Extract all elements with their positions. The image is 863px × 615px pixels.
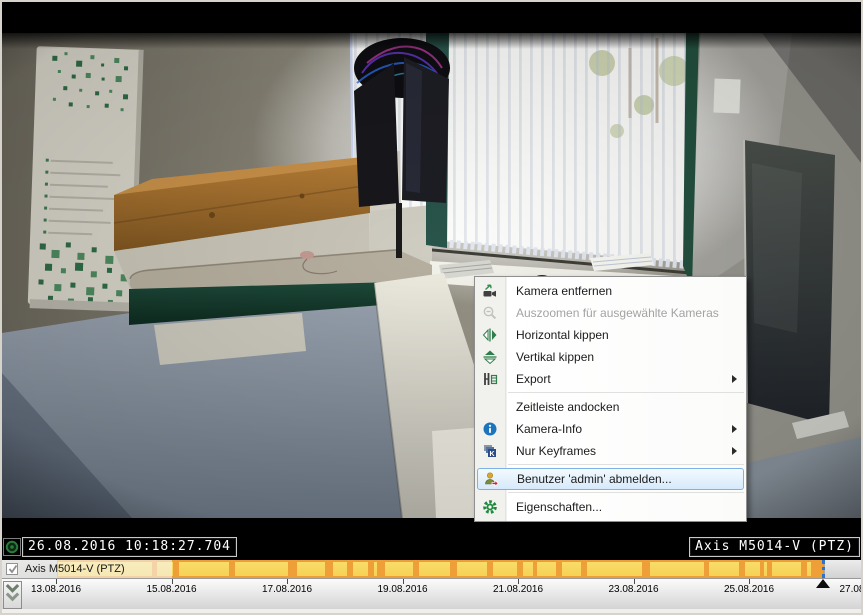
recording-gap (517, 562, 523, 576)
recording-gap (368, 562, 374, 576)
menu-item-export[interactable]: Export (475, 368, 746, 390)
timeline-collapse-button[interactable] (3, 581, 22, 609)
menu-item-label: Auszoomen für ausgewählte Kameras (516, 306, 719, 320)
empty-icon (481, 399, 499, 415)
gear-icon (481, 499, 499, 515)
menu-item-label: Benutzer 'admin' abmelden... (517, 472, 672, 486)
menu-item-label: Export (516, 372, 551, 386)
menu-item-auszoomen: Auszoomen für ausgewählte Kameras (475, 302, 746, 324)
svg-text:K: K (489, 451, 494, 458)
scale-date-label: 15.08.2016 (146, 584, 196, 595)
export-film-icon (481, 371, 499, 387)
scale-date-label: 21.08.2016 (493, 584, 543, 595)
menu-separator (508, 464, 744, 465)
menu-item-zeitleiste-andocken[interactable]: Zeitleiste andocken (475, 396, 746, 418)
recording-gap (288, 562, 298, 576)
recording-bar[interactable] (57, 560, 824, 578)
camera-remove-icon (481, 283, 499, 299)
flip-horizontal-icon (481, 327, 499, 343)
menu-item-kamera-entfernen[interactable]: Kamera entfernen (475, 280, 746, 302)
menu-item-kamera-info[interactable]: Kamera-Info (475, 418, 746, 440)
recording-gap (413, 562, 419, 576)
recording-gap (739, 562, 745, 576)
info-icon (481, 421, 499, 437)
camera-name-display: Axis M5014-V (PTZ) (689, 537, 860, 557)
menu-item-label: Vertikal kippen (516, 350, 594, 364)
recording-gap (704, 562, 709, 576)
timeline-track-row: Axis M5014-V (PTZ) (2, 560, 861, 578)
recording-gap (325, 562, 333, 576)
recording-gap (450, 562, 457, 576)
recording-gap (556, 562, 562, 576)
scale-date-label: 27.08.2016 (839, 584, 861, 595)
submenu-arrow-icon (732, 447, 737, 455)
app-window: Kamera entfernen Auszoomen für ausgewählt… (0, 0, 863, 615)
scale-date-label: 19.08.2016 (377, 584, 427, 595)
menu-item-label: Kamera entfernen (516, 284, 612, 298)
menu-item-label: Horizontal kippen (516, 328, 609, 342)
recording-gap (377, 562, 385, 576)
context-menu-list: Kamera entfernen Auszoomen für ausgewählt… (475, 280, 746, 518)
submenu-arrow-icon (732, 425, 737, 433)
double-chevron-down-icon (4, 582, 21, 607)
recording-gap (767, 562, 772, 576)
recording-gap (347, 562, 353, 576)
flip-vertical-icon (481, 349, 499, 365)
scale-date-label: 25.08.2016 (724, 584, 774, 595)
recording-gap (229, 562, 235, 576)
camera-track-header: Axis M5014-V (PTZ) (2, 560, 172, 578)
menu-item-label: Kamera-Info (516, 422, 582, 436)
scale-date-label: 17.08.2016 (262, 584, 312, 595)
timeline-no-data-region (824, 560, 861, 578)
recording-gap (642, 562, 650, 576)
recording-gap (760, 562, 764, 576)
osd-row: 26.08.2016 10:18:27.704 Axis M5014-V (PT… (2, 535, 861, 560)
menu-item-benutzer-abmelden[interactable]: Benutzer 'admin' abmelden... (477, 468, 744, 490)
menu-separator (508, 492, 744, 493)
timeline-scale[interactable]: 13.08.2016 15.08.2016 17.08.2016 19.08.2016… (2, 578, 861, 609)
scale-date-label: 13.08.2016 (31, 584, 81, 595)
camera-track-label: Axis M5014-V (PTZ) (25, 563, 125, 575)
menu-item-horizontal-kippen[interactable]: Horizontal kippen (475, 324, 746, 346)
timestamp-display: 26.08.2016 10:18:27.704 (22, 537, 237, 557)
recording-gap (581, 562, 587, 576)
menu-item-vertikal-kippen[interactable]: Vertikal kippen (475, 346, 746, 368)
recording-gap (801, 562, 807, 576)
camera-track-checkbox[interactable] (6, 563, 18, 575)
playhead-marker-icon[interactable] (816, 579, 830, 588)
playhead-line[interactable] (822, 560, 825, 578)
context-menu: Kamera entfernen Auszoomen für ausgewählt… (474, 276, 747, 522)
scale-date-label: 23.08.2016 (608, 584, 658, 595)
record-indicator-icon (3, 538, 21, 556)
menu-item-label: Eigenschaften... (516, 500, 602, 514)
check-icon (7, 563, 19, 575)
submenu-arrow-icon (732, 375, 737, 383)
menu-item-eigenschaften[interactable]: Eigenschaften... (475, 496, 746, 518)
menu-item-label: Nur Keyframes (516, 444, 596, 458)
bottom-strip (2, 609, 861, 613)
menu-item-label: Zeitleiste andocken (516, 400, 619, 414)
menu-separator (508, 392, 744, 393)
user-logout-icon (482, 471, 500, 487)
menu-item-nur-keyframes[interactable]: K Nur Keyframes (475, 440, 746, 462)
recording-gap (533, 562, 537, 576)
zoom-out-icon (481, 305, 499, 321)
recording-gap (173, 562, 179, 576)
keyframes-icon: K (481, 443, 499, 459)
recording-gap (487, 562, 493, 576)
